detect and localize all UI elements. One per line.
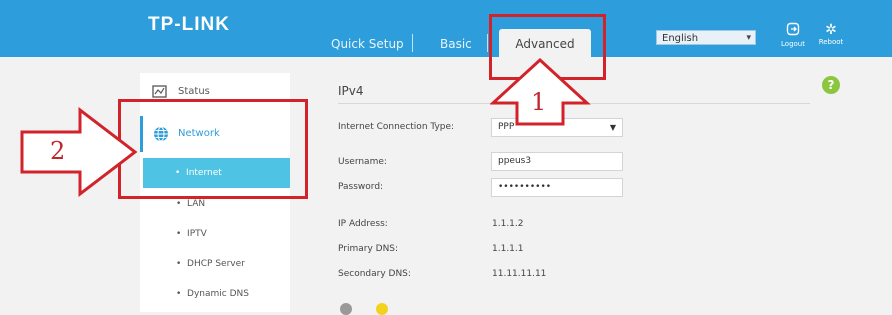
logout-icon <box>773 22 813 40</box>
annotation-number-2: 2 <box>50 137 66 165</box>
chevron-down-icon: ▾ <box>746 33 751 43</box>
bullet: • <box>176 199 182 209</box>
logout-label: Logout <box>781 40 805 48</box>
sidebar-subitem-label: DHCP Server <box>187 259 245 269</box>
primary-dns-label: Primary DNS: <box>338 244 399 254</box>
reboot-label: Reboot <box>818 38 844 46</box>
ip-address-label: IP Address: <box>338 219 388 229</box>
secondary-dns-value: 11.11.11.11 <box>492 269 547 279</box>
tab-divider <box>487 34 488 52</box>
annotation-arrow-right <box>20 107 138 198</box>
username-input[interactable]: ppeus3 <box>491 152 623 171</box>
sidebar-subitem-lan[interactable]: • LAN <box>176 199 205 209</box>
bullet: • <box>176 289 182 299</box>
secondary-dns-label: Secondary DNS: <box>338 269 411 279</box>
username-label: Username: <box>338 157 387 167</box>
sidebar-subitem-label: LAN <box>187 199 206 209</box>
annotation-box-network <box>118 99 308 199</box>
tab-basic[interactable]: Basic <box>440 37 472 51</box>
password-input[interactable]: •••••••••• <box>491 178 623 197</box>
tab-divider <box>412 34 413 52</box>
status-dot <box>340 303 352 315</box>
sidebar-subitem-label: IPTV <box>187 229 207 239</box>
status-dot <box>376 303 388 315</box>
tab-quick-setup[interactable]: Quick Setup <box>331 37 404 51</box>
bullet: • <box>176 259 182 269</box>
annotation-number-1: 1 <box>531 88 547 116</box>
primary-dns-value: 1.1.1.1 <box>492 244 524 254</box>
bullet: • <box>176 229 182 239</box>
sidebar-subitem-dynamic-dns[interactable]: • Dynamic DNS <box>176 289 249 299</box>
help-icon[interactable]: ? <box>822 76 840 94</box>
language-select[interactable]: English ▾ <box>656 30 756 45</box>
sidebar-subitem-label: Dynamic DNS <box>187 289 249 299</box>
reboot-icon: ✲ <box>825 22 837 38</box>
section-title: IPv4 <box>338 84 364 98</box>
tp-link-logo: TP-LINK <box>148 14 230 35</box>
status-icon <box>152 84 167 99</box>
sidebar-subitem-dhcp-server[interactable]: • DHCP Server <box>176 259 245 269</box>
connection-type-label: Internet Connection Type: <box>338 122 455 132</box>
reboot-button[interactable]: ✲ Reboot <box>811 22 851 46</box>
chevron-down-icon: ▼ <box>609 123 616 132</box>
ip-address-value: 1.1.1.2 <box>492 219 524 229</box>
top-header: TP-LINK Quick Setup Basic Advanced Engli… <box>0 0 892 57</box>
password-label: Password: <box>338 182 384 192</box>
logout-button[interactable]: Logout <box>773 22 813 48</box>
language-selected: English <box>662 33 699 44</box>
sidebar-subitem-iptv[interactable]: • IPTV <box>176 229 207 239</box>
sidebar-item-label: Status <box>178 86 210 97</box>
